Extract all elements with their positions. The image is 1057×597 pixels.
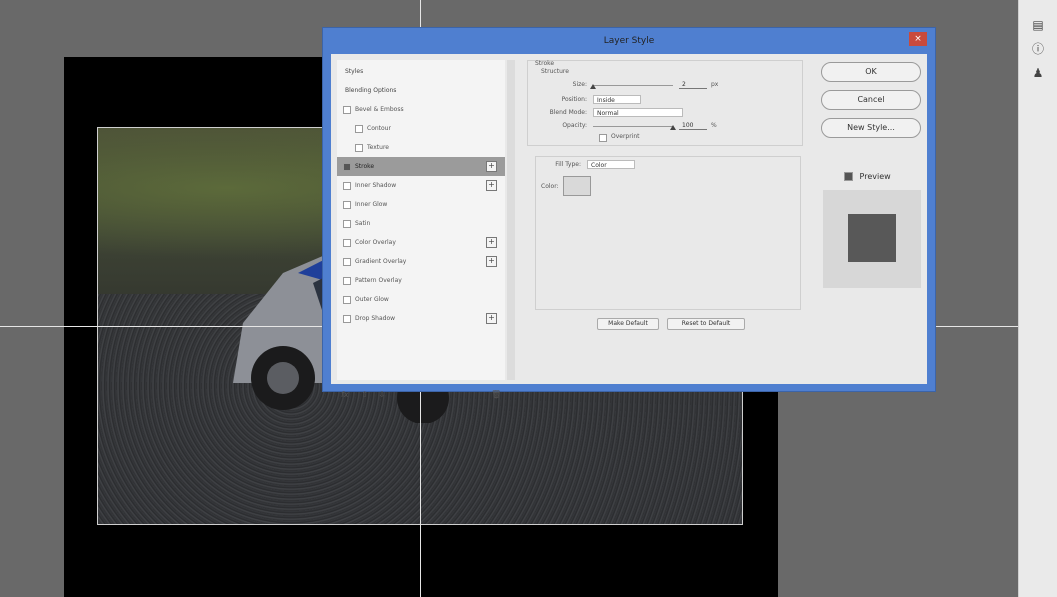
add-effect-icon[interactable]: + bbox=[486, 161, 497, 172]
style-item-label: Color Overlay bbox=[355, 239, 396, 246]
style-item-texture[interactable]: Texture bbox=[337, 138, 505, 157]
info-icon[interactable]: ⓘ bbox=[1027, 40, 1049, 56]
new-style-button[interactable]: New Style... bbox=[821, 118, 921, 138]
style-item-pattern-overlay[interactable]: Pattern Overlay bbox=[337, 271, 505, 290]
size-unit: px bbox=[711, 81, 719, 88]
dialog-title: Layer Style bbox=[603, 36, 655, 46]
style-checkbox[interactable] bbox=[343, 238, 351, 247]
style-item-label: Satin bbox=[355, 220, 371, 227]
size-input[interactable]: 2 bbox=[679, 80, 707, 89]
preview-checkbox[interactable] bbox=[844, 172, 853, 181]
right-panel-dock: ▤ ⓘ ♟ bbox=[1018, 0, 1057, 597]
style-item-label: Inner Glow bbox=[355, 201, 388, 208]
style-item-color-overlay[interactable]: Color Overlay + bbox=[337, 233, 505, 252]
preview-row: Preview bbox=[844, 172, 891, 181]
style-item-label: Texture bbox=[367, 144, 389, 151]
style-checkbox[interactable] bbox=[343, 200, 351, 209]
ok-button[interactable]: OK bbox=[821, 62, 921, 82]
style-checkbox[interactable] bbox=[343, 162, 351, 171]
preview-swatch bbox=[848, 214, 896, 262]
style-item-label: Stroke bbox=[355, 163, 375, 170]
style-item-label: Outer Glow bbox=[355, 296, 389, 303]
style-checkbox[interactable] bbox=[355, 124, 363, 133]
fx-button[interactable]: fx bbox=[341, 390, 349, 399]
style-item-label: Gradient Overlay bbox=[355, 258, 407, 265]
reset-to-default-button[interactable]: Reset to Default bbox=[667, 318, 745, 330]
add-effect-icon[interactable]: + bbox=[486, 180, 497, 191]
dialog-titlebar[interactable]: Layer Style bbox=[323, 28, 935, 54]
person-icon[interactable]: ♟ bbox=[1027, 66, 1049, 82]
stroke-panel: Stroke Structure Size: 2 px Position: In… bbox=[527, 60, 805, 380]
style-item-label: Blending Options bbox=[345, 87, 397, 94]
style-item-gradient-overlay[interactable]: Gradient Overlay + bbox=[337, 252, 505, 271]
add-effect-icon[interactable]: + bbox=[486, 256, 497, 267]
dialog-body: Styles Blending Options Bevel & Emboss Cont… bbox=[331, 54, 927, 399]
trash-icon[interactable]: 🗑 bbox=[491, 390, 501, 399]
color-swatch[interactable] bbox=[563, 176, 591, 196]
style-item-bevel-emboss[interactable]: Bevel & Emboss bbox=[337, 100, 505, 119]
size-slider-track[interactable] bbox=[593, 85, 673, 86]
close-button[interactable]: × bbox=[909, 32, 927, 46]
style-checkbox[interactable] bbox=[343, 219, 351, 228]
style-item-label: Drop Shadow bbox=[355, 315, 396, 322]
style-item-label: Contour bbox=[367, 125, 391, 132]
fill-type-label: Fill Type: bbox=[555, 161, 581, 168]
cancel-button[interactable]: Cancel bbox=[821, 90, 921, 110]
style-item-inner-glow[interactable]: Inner Glow bbox=[337, 195, 505, 214]
add-effect-icon[interactable]: + bbox=[486, 237, 497, 248]
style-item-outer-glow[interactable]: Outer Glow bbox=[337, 290, 505, 309]
move-up-icon[interactable]: ⇧ bbox=[361, 390, 368, 399]
style-item-blending-options[interactable]: Blending Options bbox=[337, 81, 505, 100]
preview-label: Preview bbox=[859, 172, 891, 181]
style-item-inner-shadow[interactable]: Inner Shadow + bbox=[337, 176, 505, 195]
style-item-satin[interactable]: Satin bbox=[337, 214, 505, 233]
layer-style-dialog: Layer Style × Styles Blending Options Beve… bbox=[323, 28, 935, 399]
styles-list: Styles Blending Options Bevel & Emboss Cont… bbox=[337, 60, 505, 380]
style-checkbox[interactable] bbox=[355, 143, 363, 152]
styles-list-scrollbar[interactable] bbox=[507, 60, 515, 380]
stroke-section-title: Stroke bbox=[535, 60, 555, 67]
opacity-slider-knob[interactable] bbox=[670, 125, 676, 130]
style-item-stroke[interactable]: Stroke + bbox=[337, 157, 505, 176]
fx-toolbar: fx ⇧ ⇩ 🗑 bbox=[341, 390, 501, 399]
preview-thumbnail bbox=[823, 190, 921, 288]
style-item-contour[interactable]: Contour bbox=[337, 119, 505, 138]
add-effect-icon[interactable]: + bbox=[486, 313, 497, 324]
fill-type-select[interactable]: Color bbox=[587, 160, 635, 169]
move-down-icon[interactable]: ⇩ bbox=[378, 390, 385, 399]
opacity-slider-track[interactable] bbox=[593, 126, 673, 127]
opacity-label: Opacity: bbox=[562, 122, 587, 129]
opacity-unit: % bbox=[711, 122, 717, 129]
style-checkbox[interactable] bbox=[343, 276, 351, 285]
style-item-drop-shadow[interactable]: Drop Shadow + bbox=[337, 309, 505, 328]
size-label: Size: bbox=[572, 81, 587, 88]
style-checkbox[interactable] bbox=[343, 181, 351, 190]
color-label: Color: bbox=[541, 183, 559, 190]
position-label: Position: bbox=[561, 96, 587, 103]
overprint-checkbox[interactable] bbox=[599, 134, 607, 142]
style-item-label: Styles bbox=[345, 68, 364, 75]
make-default-button[interactable]: Make Default bbox=[597, 318, 659, 330]
style-item-label: Pattern Overlay bbox=[355, 277, 402, 284]
overprint-label: Overprint bbox=[611, 133, 640, 140]
blend-mode-label: Blend Mode: bbox=[549, 109, 587, 116]
style-checkbox[interactable] bbox=[343, 105, 351, 114]
opacity-input[interactable]: 100 bbox=[679, 121, 707, 130]
style-checkbox[interactable] bbox=[343, 295, 351, 304]
style-item-label: Bevel & Emboss bbox=[355, 106, 404, 113]
histogram-icon[interactable]: ▤ bbox=[1027, 18, 1049, 34]
blend-mode-select[interactable]: Normal bbox=[593, 108, 683, 117]
style-checkbox[interactable] bbox=[343, 314, 351, 323]
style-checkbox[interactable] bbox=[343, 257, 351, 266]
position-select[interactable]: Inside bbox=[593, 95, 641, 104]
style-item-label: Inner Shadow bbox=[355, 182, 397, 189]
style-item-styles[interactable]: Styles bbox=[337, 62, 505, 81]
structure-title: Structure bbox=[541, 68, 569, 75]
size-slider-knob[interactable] bbox=[590, 84, 596, 89]
